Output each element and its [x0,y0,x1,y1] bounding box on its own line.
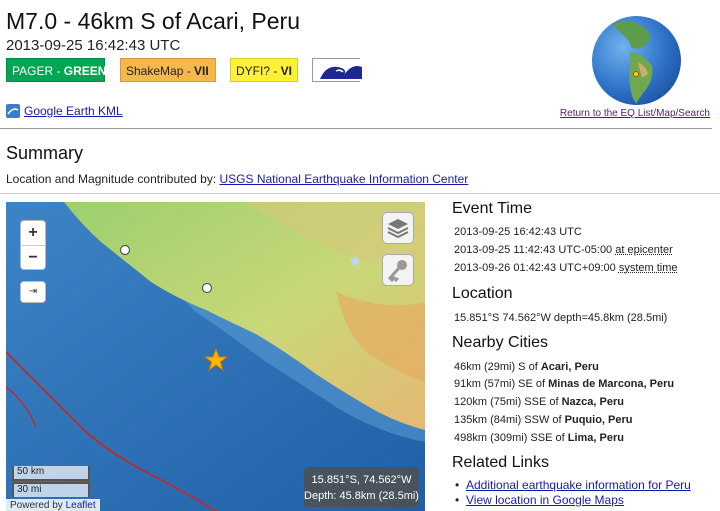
contributor-prefix: Location and Magnitude contributed by: [6,172,220,186]
nearby-city-item: 46km (29mi) S of Acari, Peru [454,361,599,373]
scale-bar-mi: 30 mi [12,482,90,497]
tsunami-wave-icon [318,59,364,81]
nearby-city-name: Acari, Peru [540,361,599,373]
event-datetime: 2013-09-25 16:42:43 UTC [6,37,181,54]
nearby-city-item: 498km (309mi) SSE of Lima, Peru [454,432,624,444]
divider [0,128,712,129]
nearby-city-item: 91km (57mi) SE of Minas de Marcona, Peru [454,378,674,390]
shakemap-badge-level: VII [194,64,209,78]
location-text: 15.851°S 74.562°W depth=45.8km (28.5mi) [454,312,668,324]
globe-thumbnail[interactable] [592,16,681,105]
kml-link-text[interactable]: Google Earth KML [24,104,123,118]
city-marker[interactable] [201,282,213,294]
contributor-link[interactable]: USGS National Earthquake Information Cen… [219,172,468,186]
pager-badge-label: PAGER - [12,64,64,78]
epicenter-time: 2013-09-25 11:42:43 UTC-05:00 [454,244,616,256]
summary-heading: Summary [6,143,84,163]
related-links-heading: Related Links [452,454,549,471]
dyfi-badge-level: VI [280,64,293,78]
globe-map-icon [612,21,653,104]
nearby-city-name: Minas de Marcona, Peru [548,378,675,390]
epicenter-time-line: 2013-09-25 11:42:43 UTC-05:00 at epicent… [454,244,673,256]
pager-badge[interactable]: PAGER - GREEN [6,58,107,82]
utc-time: 2013-09-25 16:42:43 UTC [454,226,582,238]
nearby-city-name: Lima, Peru [567,432,624,444]
nearby-city-distance: 46km (29mi) S of [454,361,541,373]
depth-text: Depth: 45.8km (28.5mi) [304,490,419,502]
system-time-line: 2013-09-26 01:42:43 UTC+09:00 system tim… [454,262,678,274]
key-icon [387,260,407,283]
zoom-in-button[interactable]: + [21,221,45,245]
pager-badge-level: GREEN [63,64,107,78]
dyfi-badge[interactable]: DYFI? - VI [230,58,298,82]
scale-bar-km: 50 km [12,466,90,481]
related-link-item: View location in Google Maps [455,493,624,507]
kml-link[interactable]: Google Earth KML [6,104,123,118]
layers-button[interactable] [382,212,414,244]
zoom-out-button[interactable]: − [21,245,45,269]
contributor-line: Location and Magnitude contributed by: U… [6,172,468,186]
nearby-city-distance: 498km (309mi) SSE of [454,432,568,444]
epicenter-time-label: at epicenter [615,244,673,256]
return-to-list-link[interactable]: Return to the EQ List/Map/Search [560,108,710,119]
map-attribution: Powered by Leaflet [6,499,100,511]
location-heading: Location [452,285,513,302]
zoom-control: + − [20,220,46,270]
dyfi-badge-label: DYFI? - [236,64,281,78]
shakemap-badge[interactable]: ShakeMap - VII [120,58,216,82]
related-link[interactable]: View location in Google Maps [466,493,624,507]
nearby-city-distance: 120km (75mi) SSE of [454,396,562,408]
nearby-city-item: 120km (75mi) SSE of Nazca, Peru [454,396,624,408]
system-time: 2013-09-26 01:42:43 UTC+09:00 [454,262,619,274]
layers-icon [387,219,409,239]
coordinates-text: 15.851°S, 74.562°W [311,474,412,486]
page-title: M7.0 - 46km S of Acari, Peru [6,8,301,34]
leaflet-link[interactable]: Leaflet [66,500,96,511]
fullscreen-button[interactable]: ⇥ [20,281,46,303]
city-marker[interactable] [119,244,131,256]
nearby-city-name: Nazca, Peru [561,396,624,408]
nearby-city-name: Puquio, Peru [564,414,633,426]
system-time-label: system time [618,262,678,274]
event-time-heading: Event Time [452,200,533,217]
coordinates-box: 15.851°S, 74.562°W Depth: 45.8km (28.5mi… [304,467,419,507]
tsunami-badge[interactable] [312,58,364,82]
shakemap-badge-label: ShakeMap - [126,64,195,78]
legend-button[interactable] [382,254,414,286]
epicenter-star-icon[interactable] [204,348,228,372]
interactive-map[interactable]: + − ⇥ 50 km 30 mi Powered by Leaflet 15.… [6,202,425,511]
nearby-city-item: 135km (84mi) SSW of Puquio, Peru [454,414,632,426]
nearby-city-distance: 135km (84mi) SSW of [454,414,565,426]
google-earth-icon [6,104,20,118]
related-link-item: Additional earthquake information for Pe… [455,478,691,492]
nearby-cities-heading: Nearby Cities [452,334,549,351]
related-link[interactable]: Additional earthquake information for Pe… [466,478,691,492]
divider [0,193,720,194]
attribution-prefix: Powered by [10,500,66,511]
nearby-city-distance: 91km (57mi) SE of [454,378,549,390]
